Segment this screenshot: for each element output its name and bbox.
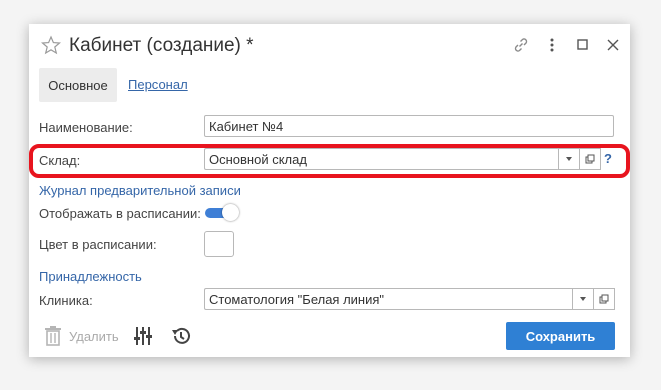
form-window: Кабинет (создание) * Основное Персонал Н…	[29, 24, 630, 357]
belonging-section-title[interactable]: Принадлежность	[39, 269, 142, 284]
delete-button[interactable]: Удалить	[69, 329, 119, 344]
titlebar: Кабинет (создание) *	[29, 24, 630, 68]
tab-staff[interactable]: Персонал	[128, 77, 188, 92]
close-icon[interactable]	[604, 36, 622, 54]
clinic-label: Клиника:	[39, 293, 93, 308]
trash-icon[interactable]	[43, 325, 63, 347]
warehouse-label: Склад:	[39, 153, 81, 168]
window-title: Кабинет (создание) *	[69, 35, 254, 56]
show-in-schedule-label: Отображать в расписании:	[39, 206, 201, 221]
clinic-dropdown-button[interactable]	[572, 288, 594, 310]
chevron-down-icon	[580, 297, 586, 301]
open-window-icon	[585, 154, 595, 164]
toggle-knob	[222, 204, 239, 221]
schedule-color-label: Цвет в расписании:	[39, 237, 157, 252]
show-in-schedule-toggle[interactable]	[205, 204, 239, 221]
link-icon[interactable]	[512, 36, 530, 54]
warehouse-open-button[interactable]	[579, 148, 601, 170]
schedule-color-picker[interactable]	[204, 231, 234, 257]
favorite-star-icon[interactable]	[41, 35, 61, 55]
name-label: Наименование:	[39, 120, 133, 135]
tab-main[interactable]: Основное	[39, 68, 117, 102]
open-window-icon	[599, 294, 609, 304]
more-menu-icon[interactable]	[543, 36, 561, 54]
warehouse-field[interactable]: Основной склад	[204, 148, 559, 170]
settings-sliders-icon[interactable]	[133, 325, 153, 347]
save-button[interactable]: Сохранить	[506, 322, 615, 350]
name-field[interactable]: Кабинет №4	[204, 115, 614, 137]
journal-section-title[interactable]: Журнал предварительной записи	[39, 183, 241, 198]
history-icon[interactable]	[170, 325, 192, 347]
help-question-icon[interactable]: ?	[604, 151, 612, 166]
clinic-field[interactable]: Стоматология "Белая линия"	[204, 288, 574, 310]
clinic-open-button[interactable]	[593, 288, 615, 310]
warehouse-dropdown-button[interactable]	[558, 148, 580, 170]
chevron-down-icon	[566, 157, 572, 161]
maximize-icon[interactable]	[574, 36, 592, 54]
